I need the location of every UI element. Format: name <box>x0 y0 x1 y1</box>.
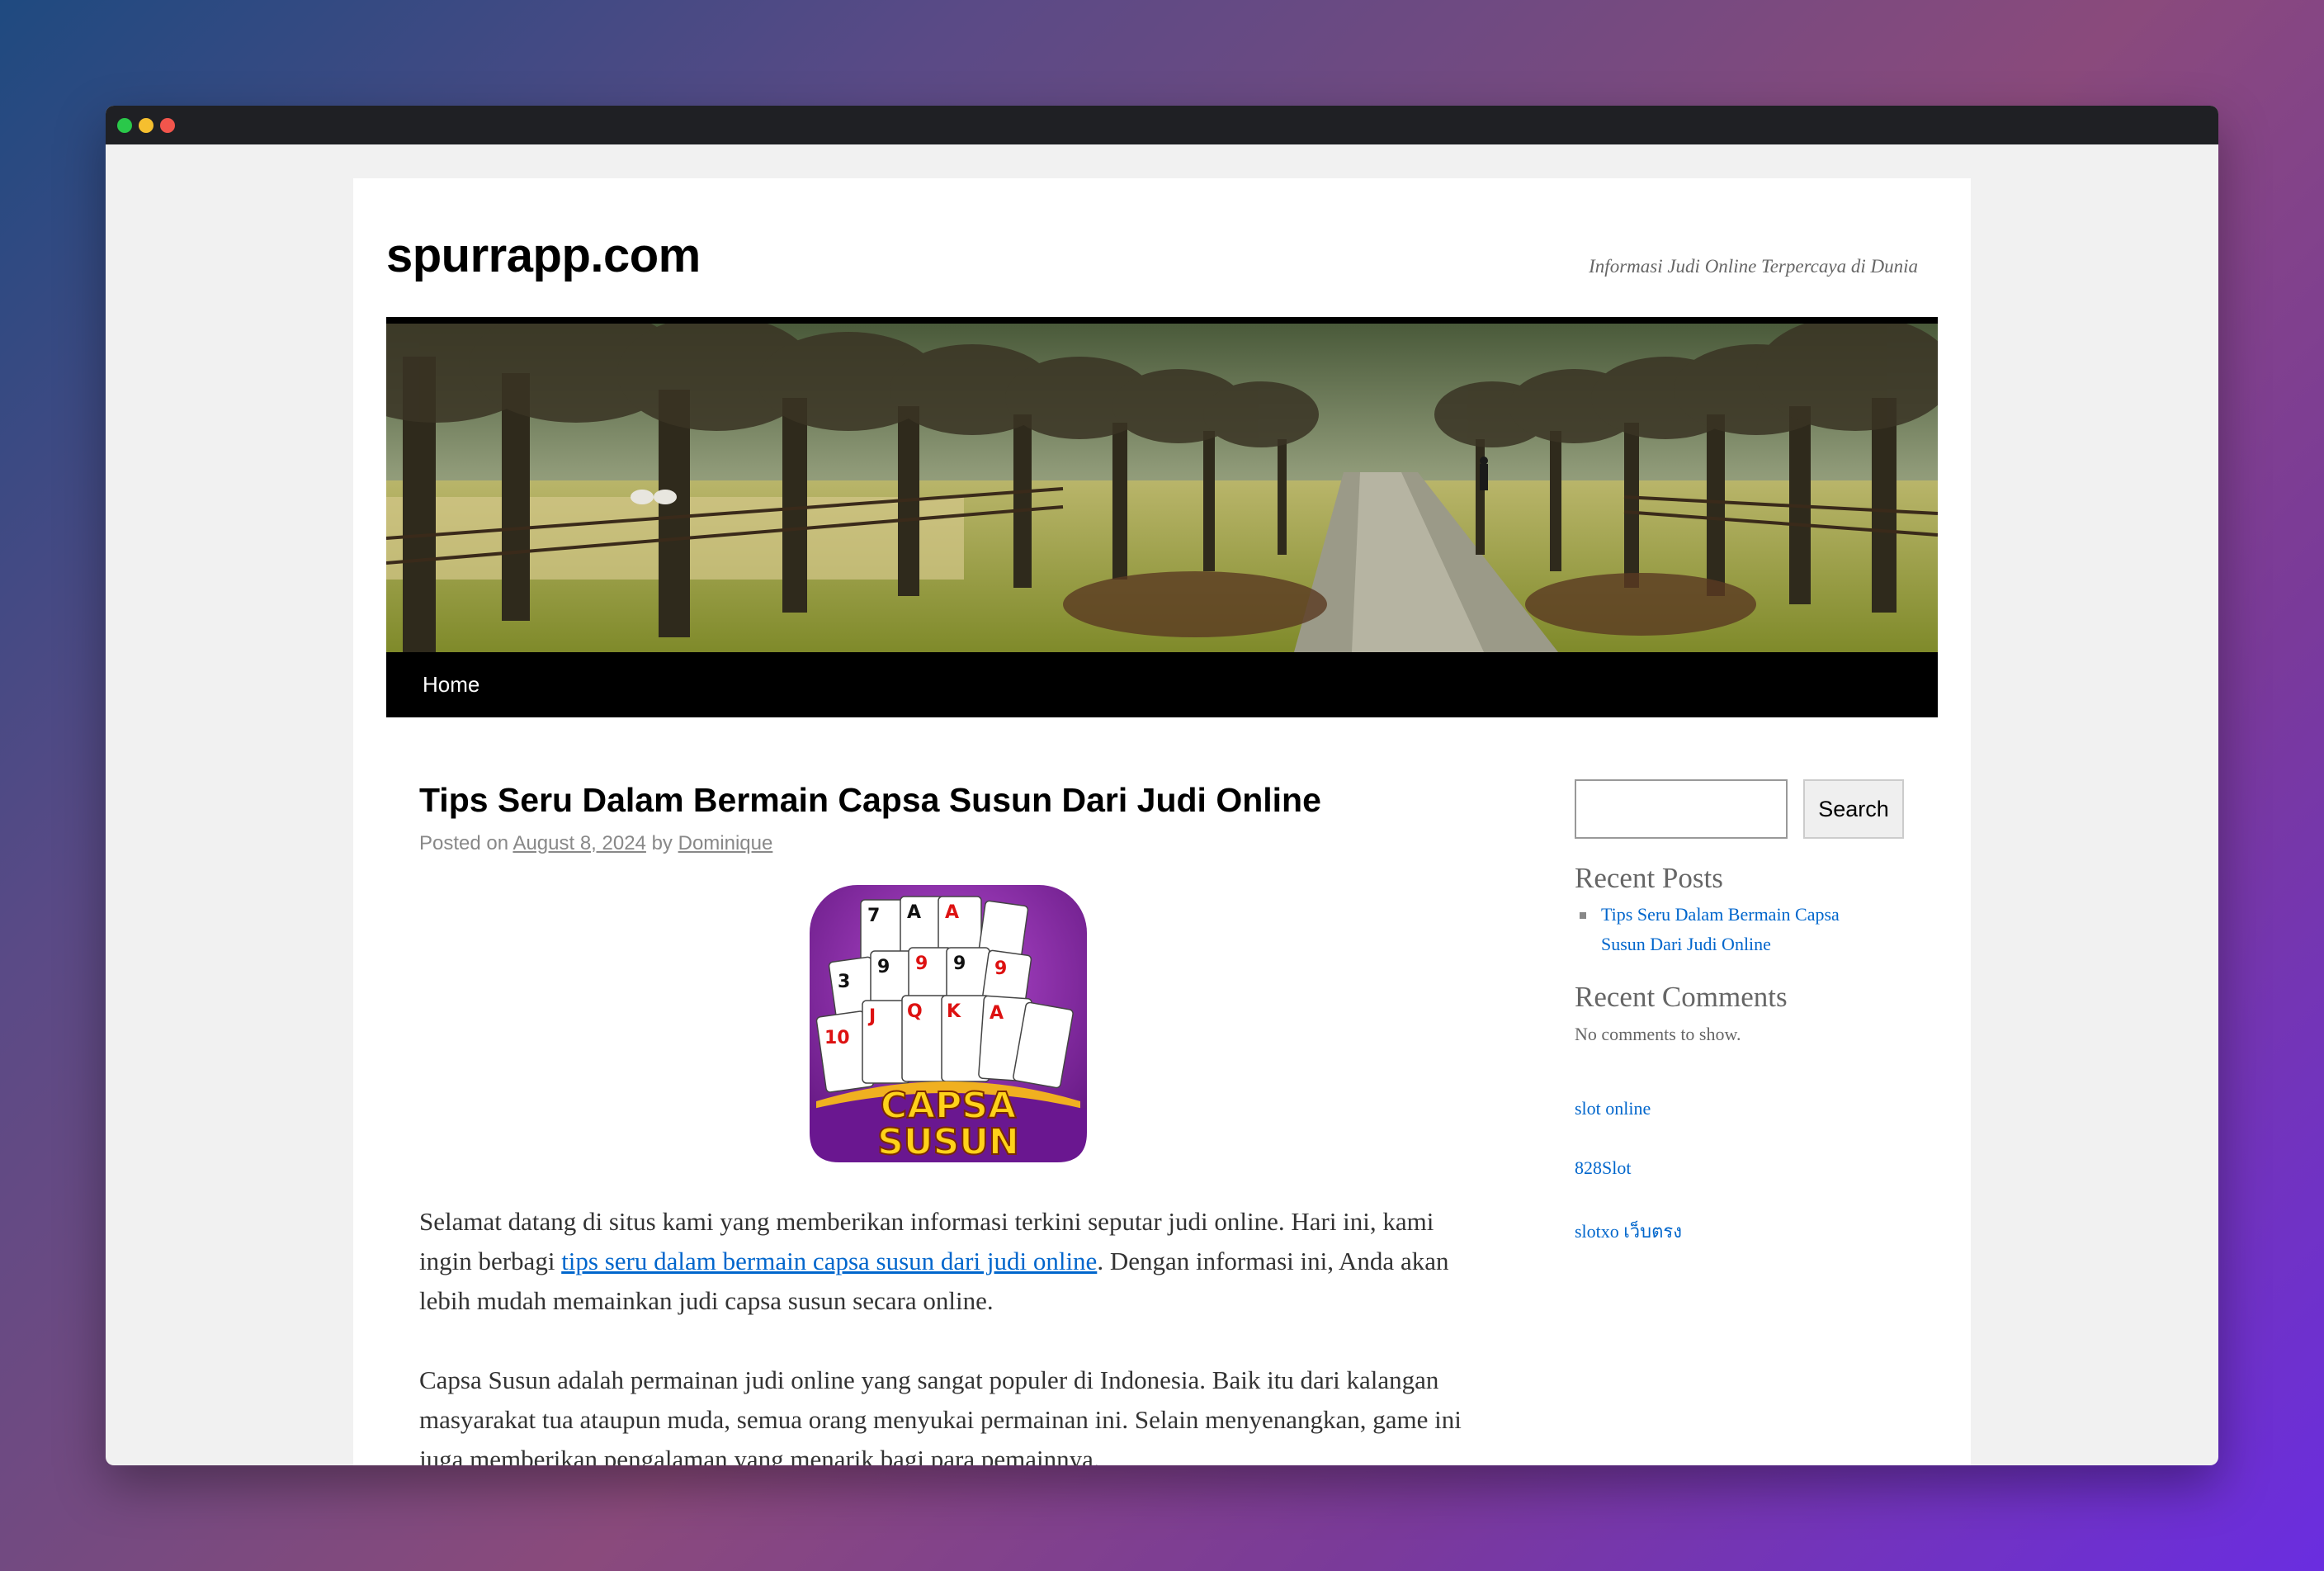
recent-posts-list: Tips Seru Dalam Bermain Capsa Susun Dari… <box>1575 900 1888 959</box>
sidebar-link[interactable]: 828Slot <box>1575 1157 1631 1179</box>
svg-text:9: 9 <box>915 953 928 974</box>
main-navigation: Home <box>386 652 1938 717</box>
post-meta-by: by <box>651 832 673 854</box>
recent-post-link[interactable]: Tips Seru Dalam Bermain Capsa Susun Dari… <box>1601 904 1840 954</box>
site-title[interactable]: spurrapp.com <box>386 228 701 283</box>
site-tagline: Informasi Judi Online Terpercaya di Duni… <box>1589 256 1918 277</box>
svg-text:7: 7 <box>867 906 880 926</box>
window-titlebar <box>106 106 2218 144</box>
nav-item-home[interactable]: Home <box>423 672 479 698</box>
svg-text:A: A <box>990 1003 1004 1024</box>
bullet-icon <box>1580 912 1586 919</box>
post-content: Selamat datang di situs kami yang member… <box>419 1202 1484 1465</box>
inline-link[interactable]: tips seru dalam bermain capsa susun dari… <box>561 1247 1097 1275</box>
svg-text:9: 9 <box>877 957 890 977</box>
post-paragraph: Selamat datang di situs kami yang member… <box>419 1202 1484 1321</box>
post-meta-label: Posted on <box>419 832 509 854</box>
capsa-susun-app-icon: 7 A A 3 9 9 9 9 10 J Q K A CAPSA SUSUN <box>810 885 1087 1164</box>
header-image <box>386 317 1938 652</box>
recent-comments-empty: No comments to show. <box>1575 1024 1741 1044</box>
svg-text:10: 10 <box>824 1028 850 1048</box>
svg-text:Q: Q <box>907 1001 923 1022</box>
search-button[interactable]: Search <box>1803 779 1904 839</box>
post-author-link[interactable]: Dominique <box>678 832 773 854</box>
window-minimize-button[interactable] <box>139 118 154 133</box>
post-title[interactable]: Tips Seru Dalam Bermain Capsa Susun Dari… <box>419 781 1321 820</box>
search-input[interactable] <box>1575 779 1788 839</box>
svg-text:A: A <box>907 902 921 923</box>
recent-comments-heading: Recent Comments <box>1575 981 1788 1013</box>
svg-text:9: 9 <box>953 953 966 974</box>
sidebar-link[interactable]: slotxo เว็บตรง <box>1575 1217 1682 1246</box>
svg-text:A: A <box>945 902 959 923</box>
svg-text:K: K <box>947 1001 961 1022</box>
svg-text:J: J <box>867 1006 876 1027</box>
app-icon-text-line2: SUSUN <box>877 1121 1019 1162</box>
page-container: spurrapp.com Informasi Judi Online Terpe… <box>353 178 1971 1465</box>
sidebar-link[interactable]: slot online <box>1575 1098 1651 1119</box>
list-item: Tips Seru Dalam Bermain Capsa Susun Dari… <box>1575 900 1888 959</box>
post-date-link[interactable]: August 8, 2024 <box>513 832 645 854</box>
post-meta: Posted on August 8, 2024 by Dominique <box>419 832 772 855</box>
recent-posts-heading: Recent Posts <box>1575 862 1723 894</box>
svg-text:9: 9 <box>994 958 1007 979</box>
svg-text:3: 3 <box>838 972 850 992</box>
post-paragraph: Capsa Susun adalah permainan judi online… <box>419 1365 1462 1465</box>
window-maximize-button[interactable] <box>117 118 132 133</box>
window-close-button[interactable] <box>160 118 175 133</box>
browser-window: spurrapp.com Informasi Judi Online Terpe… <box>106 106 2218 1465</box>
